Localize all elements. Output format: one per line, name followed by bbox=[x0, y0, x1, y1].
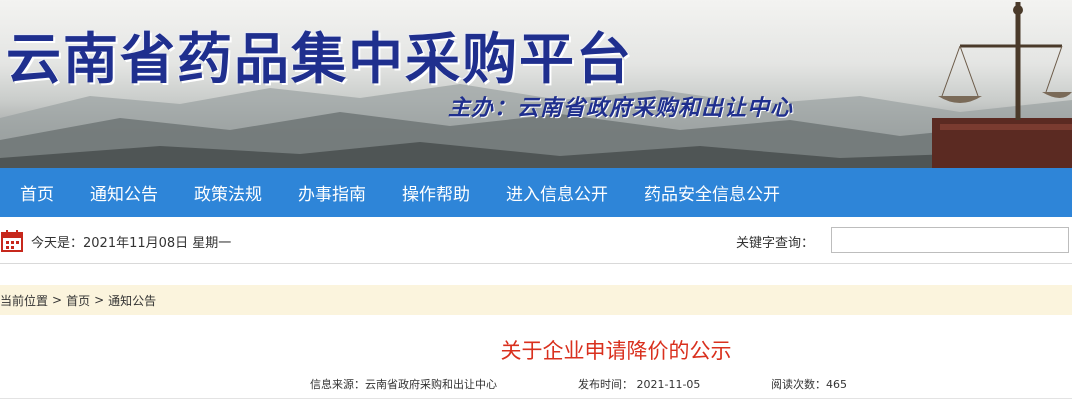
article-view-count: 阅读次数：465 bbox=[771, 378, 847, 391]
info-bar: 今天是：2021年11月08日 星期一 关键字查询： bbox=[0, 217, 1072, 264]
breadcrumb: 当前位置 > 首页 > 通知公告 bbox=[0, 285, 1072, 315]
article-publish-date: 发布时间： 2021-11-05 bbox=[578, 378, 701, 391]
article-title: 关于企业申请降价的公示 bbox=[500, 339, 732, 363]
nav-item-info-disclosure[interactable]: 进入信息公开 bbox=[506, 180, 608, 205]
calendar-icon bbox=[1, 230, 23, 252]
nav-item-drug-safety[interactable]: 药品安全信息公开 bbox=[644, 180, 780, 205]
divider bbox=[0, 398, 1072, 399]
breadcrumb-home[interactable]: 首页 bbox=[66, 292, 90, 309]
nav-item-policies[interactable]: 政策法规 bbox=[194, 180, 262, 205]
scales-of-justice-icon bbox=[932, 2, 1072, 168]
breadcrumb-separator: > bbox=[94, 293, 105, 307]
nav-item-guide[interactable]: 办事指南 bbox=[298, 180, 366, 205]
current-date: 今天是：2021年11月08日 星期一 bbox=[31, 236, 232, 251]
keyword-search-input[interactable] bbox=[831, 227, 1069, 253]
article-source: 信息来源：云南省政府采购和出让中心 bbox=[310, 378, 497, 391]
sponsor-text: 主办：云南省政府采购和出让中心 bbox=[448, 95, 794, 121]
breadcrumb-notices[interactable]: 通知公告 bbox=[108, 292, 156, 309]
header-banner: 云南省药品集中采购平台 主办：云南省政府采购和出让中心 bbox=[0, 0, 1072, 168]
main-nav: 首页 通知公告 政策法规 办事指南 操作帮助 进入信息公开 药品安全信息公开 bbox=[0, 168, 1072, 217]
nav-item-notices[interactable]: 通知公告 bbox=[90, 180, 158, 205]
keyword-search-label: 关键字查询： bbox=[736, 236, 815, 251]
nav-item-help[interactable]: 操作帮助 bbox=[402, 180, 470, 205]
nav-item-home[interactable]: 首页 bbox=[20, 180, 54, 205]
site-title: 云南省药品集中采购平台 bbox=[6, 26, 634, 91]
breadcrumb-label: 当前位置 bbox=[0, 293, 49, 308]
breadcrumb-separator: > bbox=[52, 293, 63, 307]
